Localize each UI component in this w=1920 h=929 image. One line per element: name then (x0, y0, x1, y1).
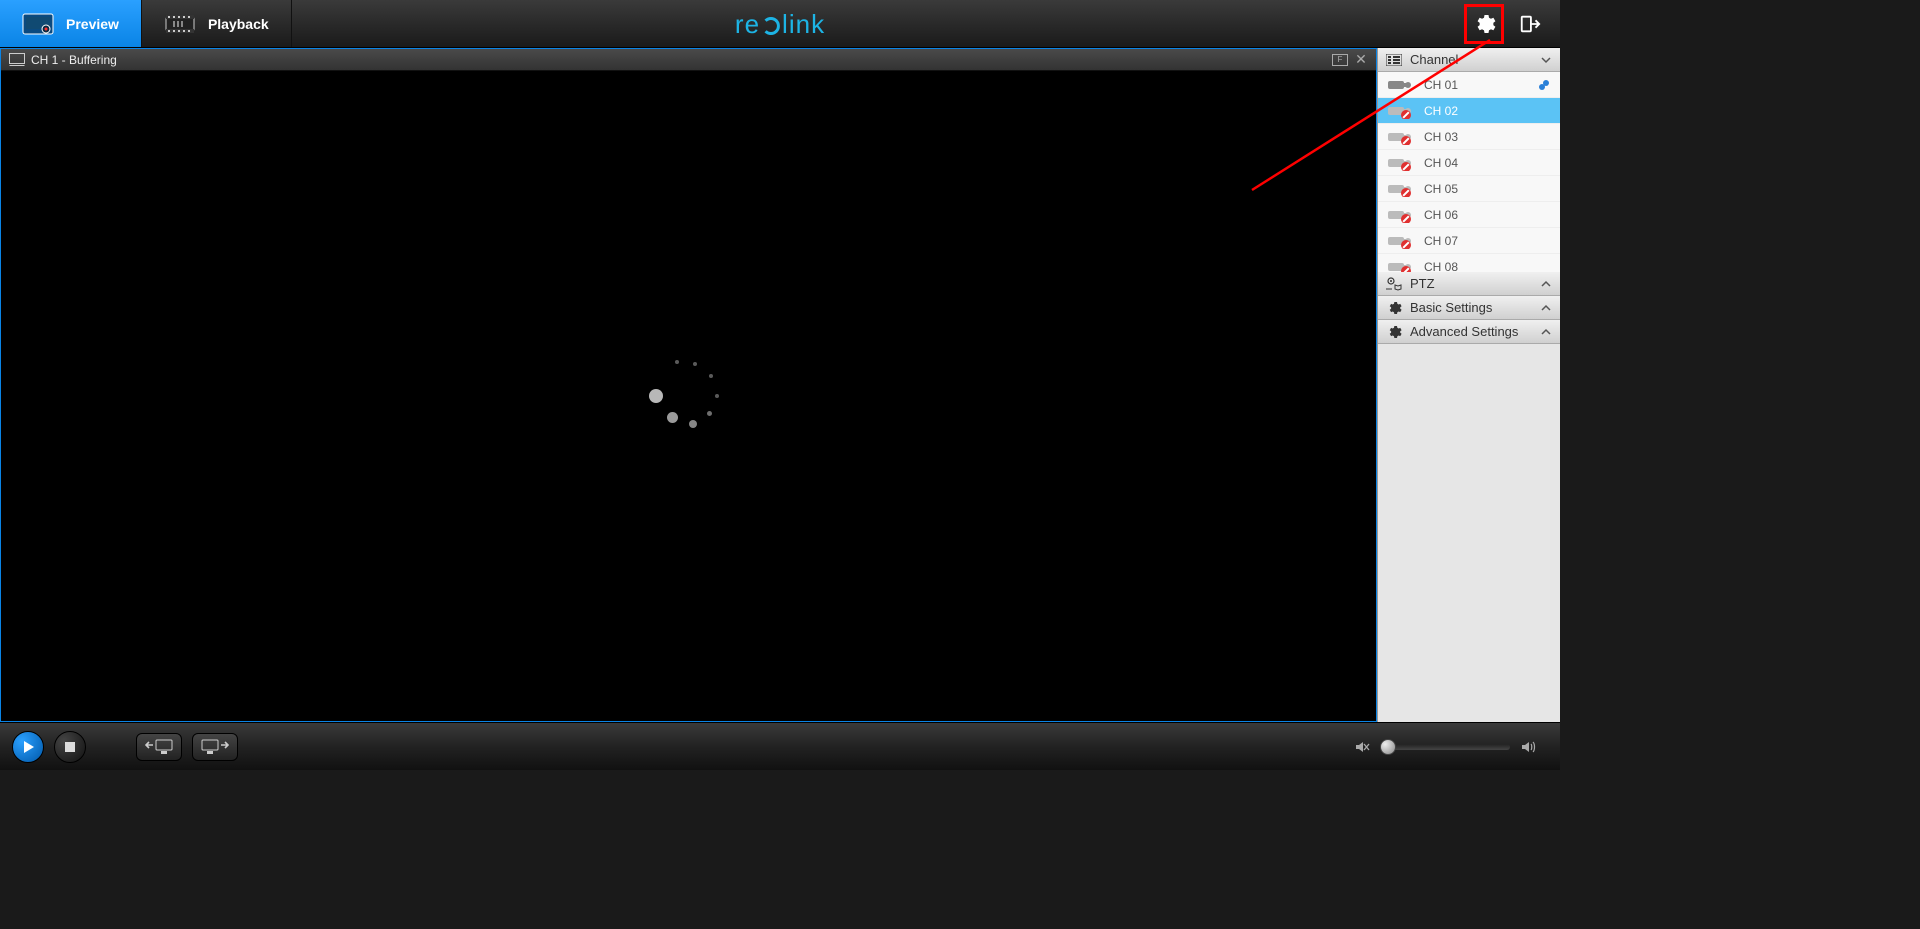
channel-label: CH 08 (1424, 260, 1458, 273)
logout-icon (1519, 13, 1541, 35)
app-root: Preview (0, 0, 1560, 770)
channel-item[interactable]: CH 01 (1378, 72, 1560, 98)
play-icon (21, 740, 35, 754)
sidebar: Channel CH 01CH 02CH 03CH 04CH 05CH 06CH… (1377, 48, 1560, 722)
play-button[interactable] (12, 731, 44, 763)
camera-disabled-icon (1388, 181, 1414, 197)
panel-header-adv-label: Advanced Settings (1410, 324, 1518, 339)
panel-header-channel[interactable]: Channel (1378, 48, 1560, 72)
ptz-icon (1386, 277, 1402, 291)
channel-label: CH 03 (1424, 130, 1458, 144)
chevron-up-icon (1540, 326, 1552, 338)
logout-button[interactable] (1516, 10, 1544, 38)
chevron-up-icon (1540, 302, 1552, 314)
tab-preview-label: Preview (66, 16, 119, 32)
stop-icon (64, 741, 76, 753)
volume-slider[interactable] (1380, 744, 1510, 750)
volume-slider-thumb[interactable] (1380, 739, 1396, 755)
panel-header-basic-settings[interactable]: Basic Settings (1378, 296, 1560, 320)
next-screen-icon (201, 739, 229, 755)
preview-icon (22, 13, 54, 35)
prev-screen-button[interactable] (136, 733, 182, 761)
channel-item[interactable]: CH 08 (1378, 254, 1560, 272)
channel-label: CH 07 (1424, 234, 1458, 248)
camera-disabled-icon (1388, 103, 1414, 119)
tab-playback[interactable]: Playback (142, 0, 292, 47)
brand-text-b: link (782, 9, 825, 40)
panel-header-ptz[interactable]: PTZ (1378, 272, 1560, 296)
playback-icon (164, 13, 196, 35)
brand-logo: relink (735, 0, 825, 48)
volume-group (1354, 739, 1548, 755)
mute-icon[interactable] (1354, 739, 1370, 755)
link-icon[interactable] (1538, 79, 1550, 91)
channel-item[interactable]: CH 07 (1378, 228, 1560, 254)
gear-icon (1386, 300, 1402, 316)
chevron-down-icon (1540, 54, 1552, 66)
channel-item[interactable]: CH 04 (1378, 150, 1560, 176)
channel-item[interactable]: CH 03 (1378, 124, 1560, 150)
channel-item[interactable]: CH 05 (1378, 176, 1560, 202)
camera-icon (1388, 77, 1414, 93)
gear-icon (1472, 12, 1496, 36)
stop-button[interactable] (54, 731, 86, 763)
channel-label: CH 02 (1424, 104, 1458, 118)
camera-disabled-icon (1388, 129, 1414, 145)
prev-screen-icon (145, 739, 173, 755)
panel-header-channel-label: Channel (1410, 52, 1458, 67)
panel-header-adv-settings[interactable]: Advanced Settings (1378, 320, 1560, 344)
main-panel: CH 1 - Buffering F ✕ (0, 48, 1377, 722)
channel-list: CH 01 CH 02 CH 03 CH 04 CH 05 CH 06 CH 07 CH 08 (1378, 72, 1560, 272)
gear-icon (1386, 324, 1402, 340)
tab-preview[interactable]: Preview (0, 0, 142, 47)
channel-label: CH 05 (1424, 182, 1458, 196)
channel-item[interactable]: CH 06 (1378, 202, 1560, 228)
camera-disabled-icon (1388, 233, 1414, 249)
chevron-up-icon (1540, 278, 1552, 290)
top-right-controls (1464, 0, 1560, 47)
loading-spinner (649, 356, 729, 436)
multi-view-icon (9, 53, 25, 67)
channel-label: CH 04 (1424, 156, 1458, 170)
camera-disabled-icon (1388, 207, 1414, 223)
body: CH 1 - Buffering F ✕ (0, 48, 1560, 722)
bottom-bar (0, 722, 1560, 770)
video-area[interactable] (1, 71, 1376, 721)
channel-item[interactable]: CH 02 (1378, 98, 1560, 124)
tab-playback-label: Playback (208, 16, 269, 32)
brand-o-icon (762, 17, 780, 35)
channel-label: CH 06 (1424, 208, 1458, 222)
volume-icon[interactable] (1520, 739, 1536, 755)
list-icon (1386, 54, 1402, 66)
video-header: CH 1 - Buffering F ✕ (1, 49, 1376, 71)
settings-button[interactable] (1464, 4, 1504, 44)
video-title: CH 1 - Buffering (31, 53, 117, 67)
close-video-button[interactable]: ✕ (1354, 53, 1368, 67)
fullscreen-button[interactable]: F (1332, 54, 1348, 66)
panel-header-basic-label: Basic Settings (1410, 300, 1492, 315)
next-screen-button[interactable] (192, 733, 238, 761)
camera-disabled-icon (1388, 155, 1414, 171)
channel-label: CH 01 (1424, 78, 1458, 92)
panel-header-ptz-label: PTZ (1410, 276, 1435, 291)
camera-disabled-icon (1388, 259, 1414, 273)
top-bar: Preview (0, 0, 1560, 48)
brand-text-a: re (735, 9, 760, 40)
